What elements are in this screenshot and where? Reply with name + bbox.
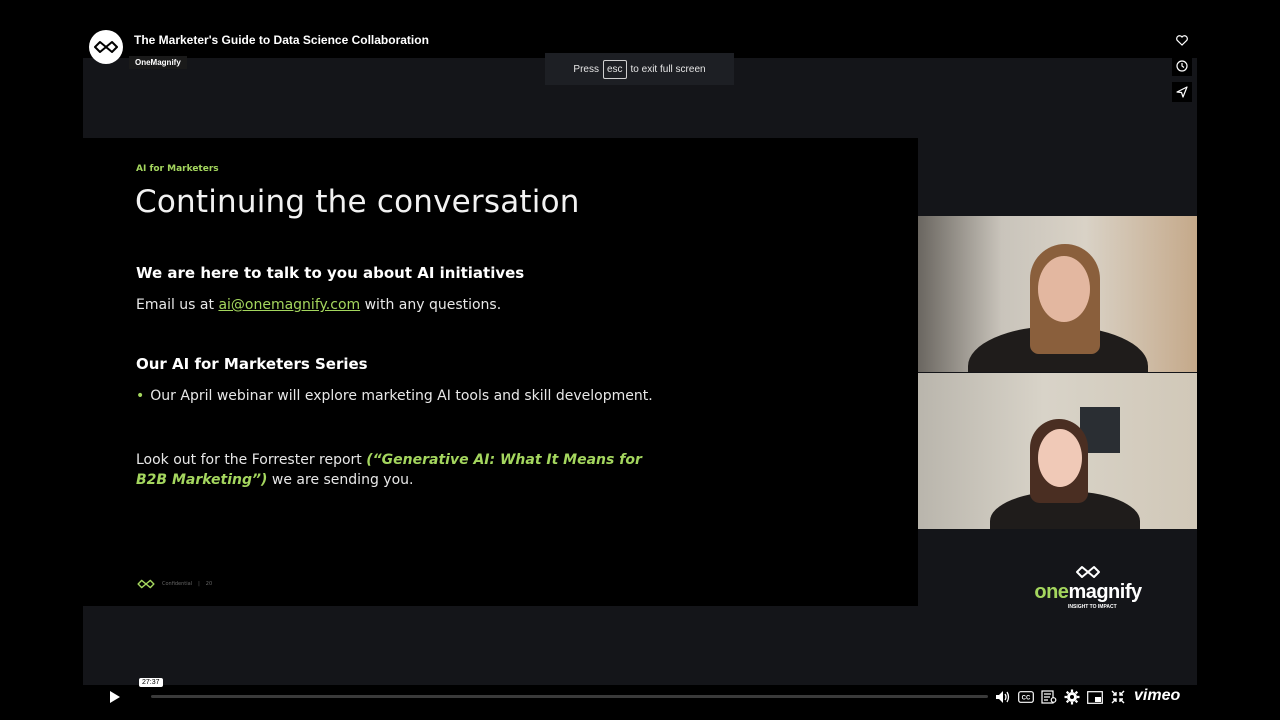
infinity-logo-icon <box>94 41 118 53</box>
current-time-badge: 27:37 <box>139 678 163 687</box>
webcam-presenter-1 <box>918 216 1197 372</box>
play-icon[interactable] <box>109 690 121 709</box>
webcam-presenter-2 <box>918 373 1197 529</box>
footer-page: 20 <box>205 581 213 587</box>
footer-label: Confidential <box>162 581 193 587</box>
forrester-prefix: Look out for the Forrester report <box>136 452 362 468</box>
brand-tagline: INSIGHT TO IMPACT <box>1068 604 1117 610</box>
email-line: Email us at ai@onemagnify.com with any q… <box>136 297 501 313</box>
bullet-text: Our April webinar will explore marketing… <box>150 388 653 404</box>
email-suffix: with any questions. <box>364 297 502 313</box>
slide-headline: Continuing the conversation <box>135 184 580 220</box>
video-title[interactable]: The Marketer's Guide to Data Science Col… <box>134 33 429 47</box>
heart-icon[interactable] <box>1172 30 1192 50</box>
email-prefix: Email us at <box>136 297 214 313</box>
pip-icon[interactable] <box>1087 689 1103 705</box>
control-icons: CC <box>995 688 1126 706</box>
forrester-suffix: we are sending you. <box>271 472 414 488</box>
esc-key: esc <box>602 59 627 79</box>
bullet-dot-icon: • <box>136 388 145 404</box>
exit-fullscreen-icon[interactable] <box>1110 689 1126 705</box>
presenter-2-face <box>1038 429 1082 487</box>
send-icon[interactable] <box>1172 82 1192 102</box>
channel-byline[interactable]: OneMagnify <box>129 56 187 69</box>
svg-text:CC: CC <box>1022 696 1031 702</box>
brand-one: one <box>1034 581 1069 603</box>
slide-footer: Confidential | 20 <box>136 579 212 589</box>
progress-bar[interactable] <box>151 695 988 698</box>
brand-logo-icon <box>1076 566 1100 578</box>
presentation-slide: AI for Marketers Continuing the conversa… <box>83 138 918 606</box>
clock-icon[interactable] <box>1172 56 1192 76</box>
exit-fullscreen-toast: Press esc to exit full screen <box>545 53 734 85</box>
vimeo-logo[interactable]: vimeo <box>1134 687 1180 705</box>
transcript-icon[interactable] <box>1041 689 1057 705</box>
presenter-1-face <box>1038 256 1090 322</box>
footer-separator: | <box>198 581 200 587</box>
gear-icon[interactable] <box>1064 689 1080 705</box>
section1-heading: We are here to talk to you about AI init… <box>136 264 525 282</box>
brand-wordmark: onemagnify <box>1028 581 1148 604</box>
volume-icon[interactable] <box>995 689 1011 705</box>
cc-icon[interactable]: CC <box>1018 689 1034 705</box>
side-actions <box>1172 30 1192 108</box>
brand-magnify: magnify <box>1068 581 1142 603</box>
channel-logo[interactable] <box>89 30 123 64</box>
onemagnify-brand: onemagnify INSIGHT TO IMPACT <box>1028 565 1148 610</box>
section2-heading: Our AI for Marketers Series <box>136 355 368 373</box>
slide-kicker: AI for Marketers <box>136 164 219 174</box>
forrester-note: Look out for the Forrester report (“Gene… <box>136 450 656 490</box>
esc-suffix: to exit full screen <box>630 63 706 75</box>
footer-logo-icon <box>137 579 155 589</box>
series-bullet: • Our April webinar will explore marketin… <box>136 388 653 404</box>
email-link[interactable]: ai@onemagnify.com <box>218 297 360 313</box>
esc-prefix: Press <box>573 63 599 75</box>
